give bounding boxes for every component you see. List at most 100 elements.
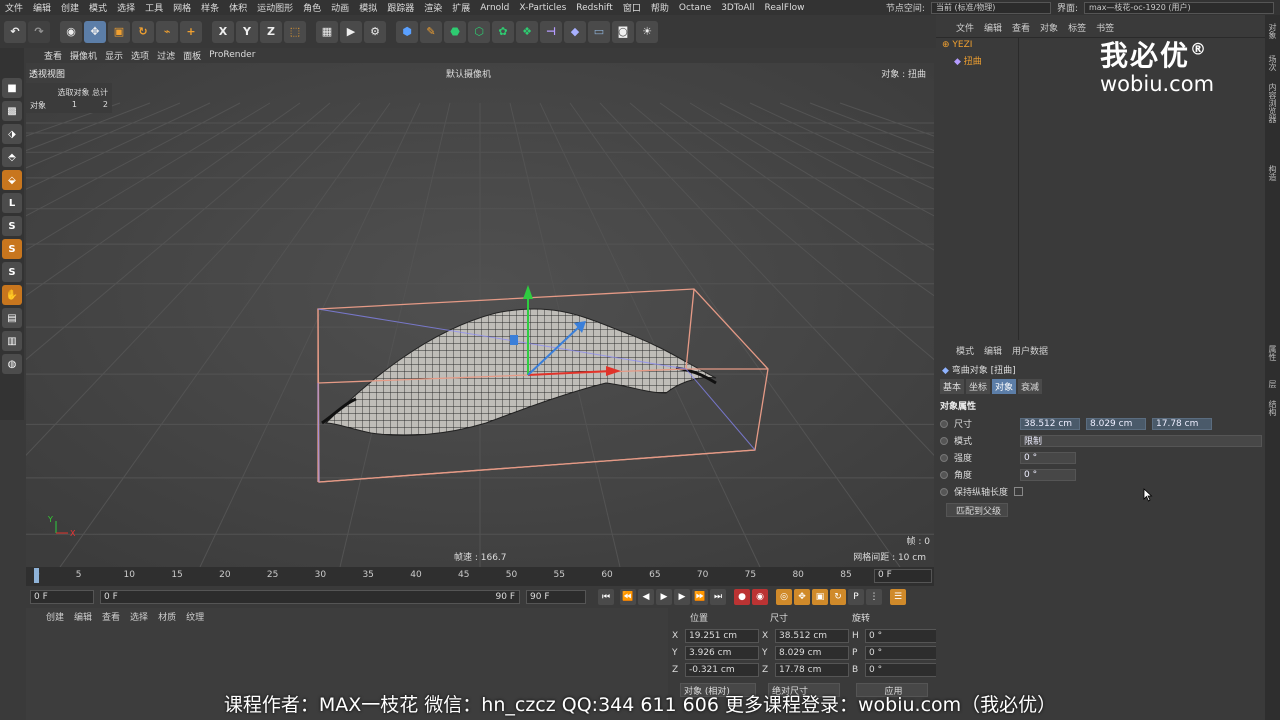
attribute-menu-item[interactable]: 用户数据 [1012,344,1048,357]
menu-item[interactable]: 3DToAll [716,3,759,13]
object-menu-item[interactable]: 标签 [1068,21,1086,34]
object-menu-item[interactable]: 查看 [1012,21,1030,34]
axis-y-button[interactable]: Y [236,20,258,43]
node-space-dropdown[interactable]: 当前 (标准/物理) [930,1,1051,14]
mode-anim-dot[interactable] [940,436,948,445]
viewport-menu-item[interactable]: 显示 [105,49,123,62]
menu-item[interactable]: 运动图形 [252,1,298,14]
scale-tool-icon[interactable]: ▣ [108,20,130,43]
material-menu-item[interactable]: 创建 [46,610,64,623]
viewport-menu-item[interactable]: 查看 [44,49,62,62]
mograph-icon[interactable]: ❖ [516,20,538,43]
size-anim-dot[interactable] [940,419,948,428]
object-menu-item[interactable]: 文件 [956,21,974,34]
menu-item[interactable]: 样条 [196,1,224,14]
menu-item[interactable]: X-Particles [514,3,571,13]
menu-item[interactable]: 选择 [112,1,140,14]
menu-item[interactable]: 模式 [84,1,112,14]
menu-item[interactable]: 模拟 [354,1,382,14]
keep-length-anim-dot[interactable] [940,487,948,496]
attribute-menu-item[interactable]: 编辑 [984,344,1002,357]
menu-item[interactable]: 渲染 [419,1,447,14]
fit-to-parent-button[interactable]: 匹配到父级 [946,503,1008,517]
pen-icon[interactable]: ✎ [420,20,442,43]
object-menu-item[interactable]: 对象 [1040,21,1058,34]
viewport-menu-item[interactable]: 摄像机 [70,49,97,62]
menu-item[interactable]: Redshift [571,3,618,13]
render-region-icon[interactable]: ▦ [316,20,338,43]
object-yezi[interactable]: ⊕ YEZI [942,40,972,50]
key-param-icon[interactable]: P [848,589,864,605]
menu-item[interactable]: 文件 [0,1,28,14]
keep-length-checkbox[interactable] [1014,487,1024,496]
coord-rotation-field[interactable]: 0 ° [865,646,939,660]
next-frame-icon[interactable]: ▶ [674,589,690,605]
timeline-ruler[interactable]: 051015202530354045505560657075808590 0 F [26,567,934,586]
snap-settings-icon[interactable]: S [2,239,22,259]
right-strip-tab[interactable]: 属性 [1267,345,1278,361]
autokey-icon[interactable]: ◉ [752,589,768,605]
menu-item[interactable]: 编辑 [28,1,56,14]
object-menu-item[interactable]: 书签 [1096,21,1114,34]
render-settings-icon[interactable]: ⚙ [364,20,386,43]
coord-rotation-field[interactable]: 0 ° [865,629,939,643]
viewport-camera[interactable]: 默认摄像机 [446,67,491,80]
layer-icon[interactable]: ▥ [2,331,22,351]
viewport-menu-item[interactable]: 选项 [131,49,149,62]
key-selection-icon[interactable]: ◎ [776,589,792,605]
cube-icon[interactable]: ⬢ [396,20,418,43]
goto-end-icon[interactable]: ⏭ [710,589,726,605]
coord-position-field[interactable]: 19.251 cm [685,629,759,643]
select-tool-icon[interactable]: ◉ [60,20,82,43]
key-rotation-icon[interactable]: ↻ [830,589,846,605]
object-menu-item[interactable]: 编辑 [984,21,1002,34]
workplane-icon[interactable]: S [2,262,22,282]
floor-icon[interactable]: ▭ [588,20,610,43]
angle-field[interactable]: 0 ° [1020,468,1076,481]
menu-item[interactable]: 帮助 [646,1,674,14]
move-tool-icon[interactable]: ✥ [84,20,106,43]
right-strip-tab[interactable]: 内容浏览器 [1267,83,1278,123]
size-z-field[interactable]: 17.78 cm [1152,417,1212,430]
viewport-menu-item[interactable]: 过滤 [157,49,175,62]
menu-item[interactable]: 网格 [168,1,196,14]
strength-field[interactable]: 0 ° [1020,451,1076,464]
attribute-tab[interactable]: 坐标 [966,379,991,394]
edges-mode-icon[interactable]: ⬘ [2,147,22,167]
right-strip-tab[interactable]: 构造 [1267,165,1278,181]
coord-position-field[interactable]: 3.926 cm [685,646,759,660]
attribute-menu-item[interactable]: 模式 [956,344,974,357]
polygons-mode-icon[interactable]: ⬙ [2,170,22,190]
cloner-icon[interactable]: ✿ [492,20,514,43]
lock-icon[interactable]: ◍ [2,354,22,374]
key-scale-icon[interactable]: ▣ [812,589,828,605]
generator-icon[interactable]: ⬡ [468,20,490,43]
coord-position-field[interactable]: -0.321 cm [685,663,759,677]
key-pla-icon[interactable]: ⋮ [866,589,882,605]
coord-size-field[interactable]: 38.512 cm [775,629,849,643]
model-mode-icon[interactable]: ■ [2,78,22,98]
material-menu-item[interactable]: 材质 [158,610,176,623]
material-menu-item[interactable]: 查看 [102,610,120,623]
layout-dropdown[interactable]: max—枝花-oc-1920 (用户) [1084,1,1274,14]
next-key-icon[interactable]: ⏩ [692,589,708,605]
menu-item[interactable]: 工具 [140,1,168,14]
right-strip-tab[interactable]: 结构 [1267,400,1278,416]
menu-item[interactable]: Arnold [475,3,514,13]
goto-start-icon[interactable]: ⏮ [598,589,614,605]
material-menu-item[interactable]: 选择 [130,610,148,623]
key-position-icon[interactable]: ✥ [794,589,810,605]
prev-frame-icon[interactable]: ◀ [638,589,654,605]
menu-item[interactable]: Octane [674,3,716,13]
grid-icon[interactable]: ▤ [2,308,22,328]
object-twist[interactable]: ◆ 扭曲 [954,54,982,67]
end-frame-field[interactable]: 90 F [526,590,586,604]
snap-icon[interactable]: S [2,216,22,236]
deformer-icon[interactable]: ⊣ [540,20,562,43]
attribute-tab[interactable]: 对象 [992,379,1017,394]
material-menu-item[interactable]: 纹理 [186,610,204,623]
axis-mode-icon[interactable]: L [2,193,22,213]
viewport-perspective[interactable]: 透视视图 默认摄像机 对象 : 扭曲 选取对象 总计 对象 1 2 Y X 帧 : … [26,63,934,567]
menu-item[interactable]: RealFlow [760,3,810,13]
recent-tool-icon[interactable]: ⌁ [156,20,178,43]
